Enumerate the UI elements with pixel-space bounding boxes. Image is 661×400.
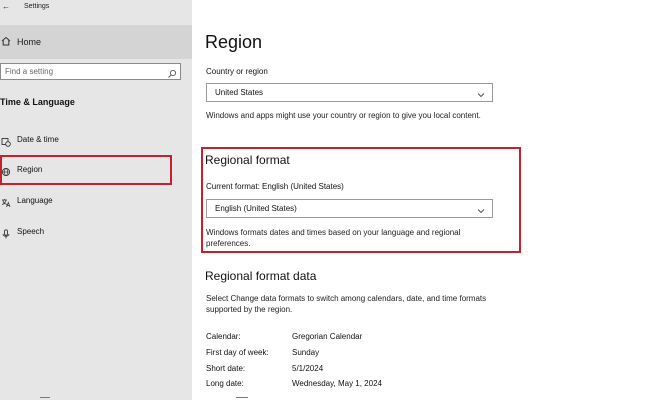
current-format-label: Current format: English (United States) (206, 182, 344, 191)
page-title: Region (205, 32, 263, 52)
format-data-value: Gregorian Calendar (292, 332, 363, 341)
format-data-description: Select Change data formats to switch amo… (206, 294, 487, 314)
regional-format-heading: Regional format (205, 153, 290, 167)
sidebar-item-date-time[interactable]: Date & time (0, 128, 192, 152)
search-input[interactable]: Find a setting (0, 63, 181, 80)
sidebar-item-label: Date & time (17, 135, 59, 144)
search-icon (167, 66, 177, 78)
main-content: Region Country or region United States W… (192, 0, 661, 400)
microphone-icon (1, 226, 11, 239)
title-bar: ← Settings (0, 0, 192, 14)
format-data-value: Sunday (292, 348, 320, 357)
format-data-key: Long date: (206, 379, 244, 388)
format-data-row: Short date: 5/1/2024 (206, 364, 526, 376)
language-icon (1, 195, 11, 208)
format-data-value: 5/1/2024 (292, 364, 324, 373)
chevron-down-icon (476, 203, 486, 214)
sidebar-item-label: Speech (17, 227, 45, 236)
format-data-row: First day of week: Sunday (206, 348, 526, 360)
edge-mark (40, 393, 50, 398)
country-label: Country or region (206, 67, 268, 76)
regional-format-dropdown[interactable]: English (United States) (206, 199, 493, 218)
format-data-key: Short date: (206, 364, 246, 373)
home-icon (1, 36, 11, 46)
format-data-value: Wednesday, May 1, 2024 (292, 379, 382, 388)
sidebar-item-home[interactable]: Home (0, 25, 192, 59)
search-placeholder: Find a setting (5, 67, 54, 76)
back-arrow-icon[interactable]: ← (2, 2, 10, 11)
format-data-key: Calendar: (206, 332, 241, 341)
chevron-down-icon (476, 87, 486, 98)
format-data-row: Calendar: Gregorian Calendar (206, 332, 526, 344)
sidebar-item-speech[interactable]: Speech (0, 220, 192, 244)
sidebar: ← Settings Home Find a setting Time & La… (0, 0, 192, 400)
sidebar-item-label: Home (17, 37, 42, 47)
region-highlight-box (0, 155, 172, 185)
country-dropdown-value: United States (215, 88, 264, 97)
calendar-clock-icon (1, 134, 11, 147)
regional-format-dropdown-value: English (United States) (215, 204, 297, 213)
sidebar-section-heading: Time & Language (0, 97, 75, 107)
edge-mark (236, 393, 248, 398)
window-title: Settings (24, 3, 50, 10)
country-description: Windows and apps might use your country … (206, 111, 481, 120)
format-data-key: First day of week: (206, 348, 269, 357)
sidebar-item-label: Language (17, 196, 53, 205)
country-dropdown[interactable]: United States (206, 83, 493, 102)
format-data-heading: Regional format data (205, 269, 317, 283)
regional-format-description: Windows formats dates and times based on… (206, 228, 461, 248)
sidebar-item-language[interactable]: Language (0, 189, 192, 213)
format-data-row: Long date: Wednesday, May 1, 2024 (206, 379, 526, 391)
